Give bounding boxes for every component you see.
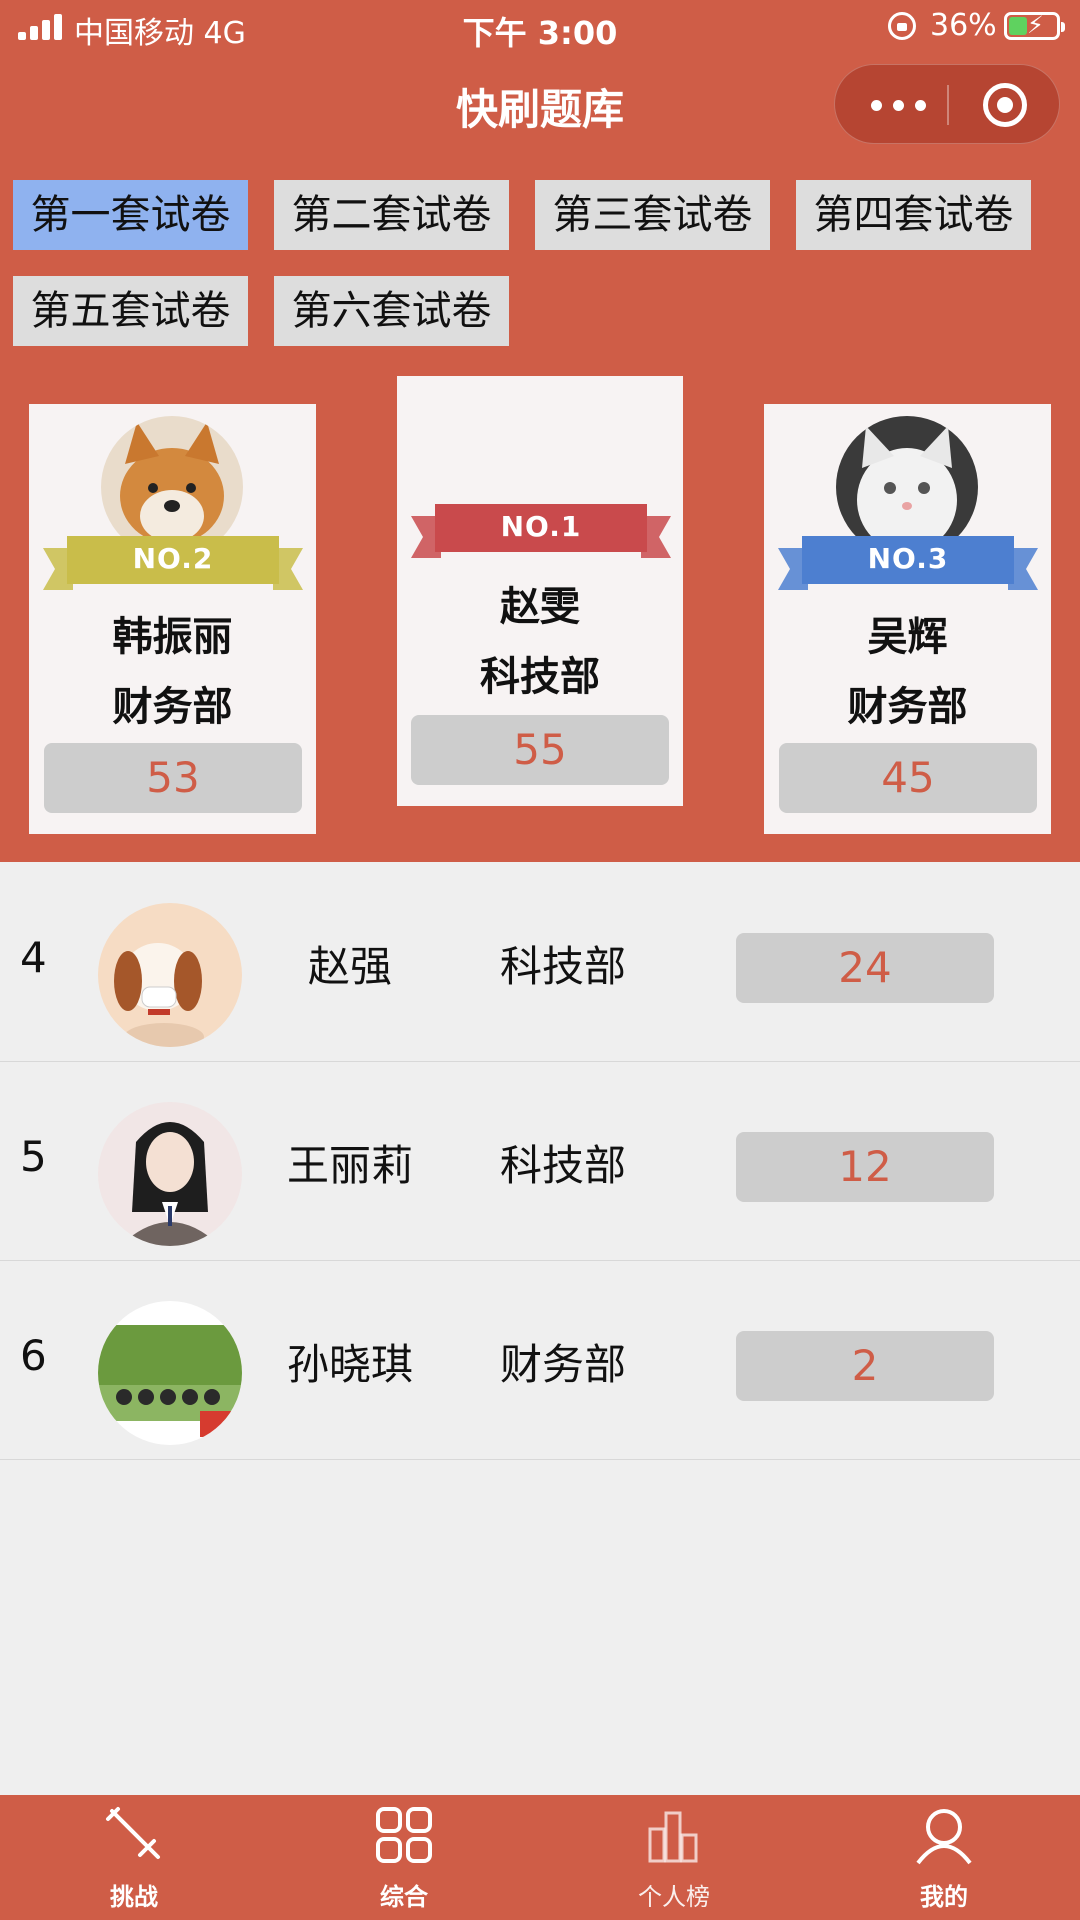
tab-label: 综合	[380, 1883, 428, 1911]
rank-badge: NO.3	[867, 542, 949, 575]
rank-number: 5	[20, 1132, 47, 1181]
row-name: 王丽莉	[286, 1141, 413, 1190]
ranking-row[interactable]: 5 王丽莉 科技部 12	[0, 1062, 1080, 1261]
score-badge: 55	[411, 715, 669, 785]
mini-program-capsule	[834, 64, 1060, 144]
status-time: 下午 3:00	[462, 14, 618, 52]
avatar	[98, 1301, 242, 1445]
podium-dept: 财务部	[847, 684, 968, 730]
ranking-row[interactable]: 6 孙晓琪 财务部 2	[0, 1261, 1080, 1460]
grid-icon	[376, 1807, 432, 1863]
podium-card-third: NO.3 吴辉 财务部 45	[764, 404, 1051, 834]
tab-label: 我的	[920, 1883, 968, 1911]
tab-paper-5[interactable]: 第五套试卷	[13, 276, 248, 346]
user-icon	[916, 1809, 972, 1865]
rank-badge: NO.2	[132, 542, 214, 575]
podium-card-second: NO.2 韩振丽 财务部 53	[29, 404, 316, 834]
podium-name: 赵雯	[500, 584, 580, 630]
tab-challenge[interactable]: 挑战	[34, 1795, 234, 1920]
rank-number: 4	[20, 933, 47, 982]
podium-name: 韩振丽	[112, 614, 233, 660]
rank-ribbon-no3: NO.3	[778, 532, 1038, 592]
score-badge: 45	[779, 743, 1037, 813]
more-icon[interactable]	[871, 97, 931, 113]
bar-chart-icon	[648, 1811, 698, 1863]
podium-dept: 科技部	[480, 654, 600, 700]
rank-ribbon-no2: NO.2	[43, 532, 303, 592]
rank-ribbon-no1: NO.1	[411, 500, 671, 560]
row-dept: 财务部	[499, 1340, 626, 1389]
row-name: 赵强	[307, 942, 392, 991]
row-name: 孙晓琪	[286, 1340, 413, 1389]
podium-name: 吴辉	[867, 614, 948, 660]
rank-number: 6	[20, 1331, 47, 1380]
battery-icon: ⚡	[1004, 11, 1065, 40]
podium-dept: 财务部	[112, 684, 233, 730]
bottom-tab-bar: 挑战 综合 个人榜 我的	[0, 1795, 1080, 1920]
battery-percentage: 36%	[930, 8, 997, 43]
ranking-row[interactable]: 4 赵强 科技部 24	[0, 863, 1080, 1062]
row-dept: 科技部	[499, 1141, 626, 1190]
podium-card-first: NO.1 赵雯 科技部 55	[397, 376, 683, 806]
score-badge: 53	[44, 743, 302, 813]
tab-paper-4[interactable]: 第四套试卷	[796, 180, 1031, 250]
row-score: 2	[736, 1331, 994, 1401]
row-score: 12	[736, 1132, 994, 1202]
tab-paper-1[interactable]: 第一套试卷	[13, 180, 248, 250]
tab-label: 挑战	[110, 1883, 158, 1911]
tab-paper-3[interactable]: 第三套试卷	[535, 180, 770, 250]
tab-mine[interactable]: 我的	[844, 1795, 1044, 1920]
sword-icon	[106, 1807, 160, 1859]
close-miniprogram-icon[interactable]	[983, 83, 1027, 127]
tab-personal-rank[interactable]: 个人榜	[574, 1795, 774, 1920]
avatar	[98, 1102, 242, 1246]
rank-badge: NO.1	[500, 510, 582, 543]
status-bar: 中国移动 4G 下午 3:00 36% ⚡	[0, 0, 1080, 56]
row-dept: 科技部	[499, 942, 626, 991]
tab-overall[interactable]: 综合	[304, 1795, 504, 1920]
orientation-lock-icon	[888, 12, 916, 40]
capsule-divider	[947, 85, 949, 125]
row-score: 24	[736, 933, 994, 1003]
avatar	[98, 903, 242, 1047]
tab-paper-6[interactable]: 第六套试卷	[274, 276, 509, 346]
tab-paper-2[interactable]: 第二套试卷	[274, 180, 509, 250]
tab-label: 个人榜	[638, 1883, 710, 1911]
